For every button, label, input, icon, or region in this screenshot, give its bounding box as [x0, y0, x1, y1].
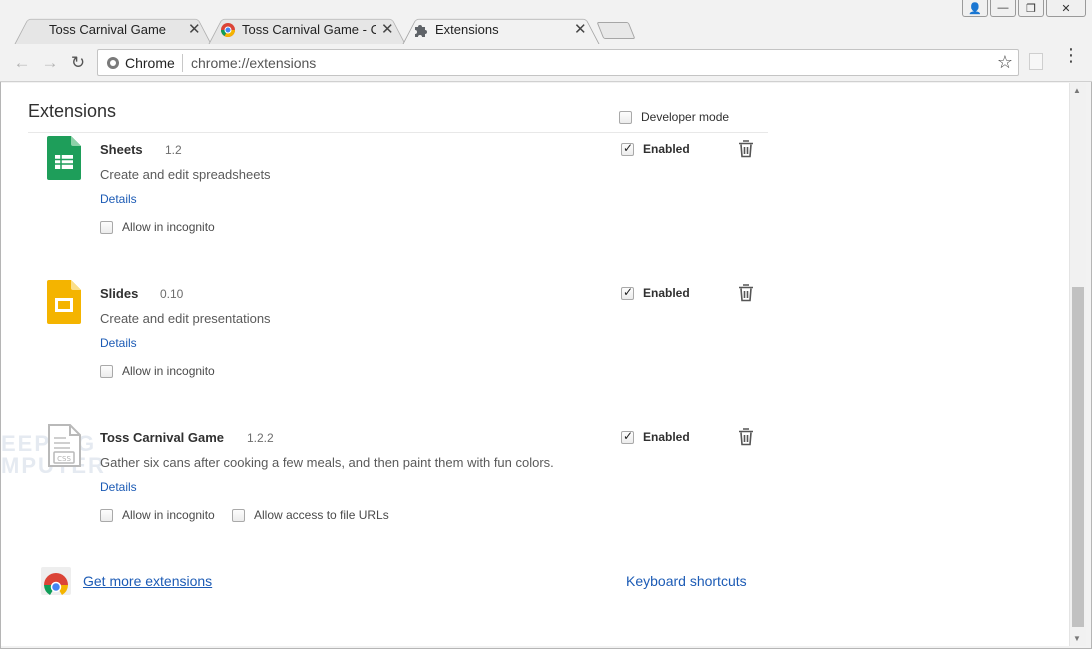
allow-incognito-label: Allow in incognito [122, 220, 215, 234]
tab-toss-carnival-game-2[interactable]: Toss Carnival Game - Chr ✕ [208, 14, 406, 45]
vertical-scrollbar[interactable]: ▲ ▼ [1069, 83, 1086, 646]
chrome-page-icon [107, 57, 119, 69]
web-store-icon [41, 567, 71, 595]
enabled-toggle[interactable]: Enabled [621, 429, 690, 444]
enabled-checkbox[interactable] [621, 141, 634, 156]
allow-file-urls-label: Allow access to file URLs [254, 508, 389, 522]
page-action-icon[interactable] [1029, 53, 1043, 70]
developer-mode-label: Developer mode [641, 110, 730, 124]
extensions-page: Extensions Developer mode EEPING MPUTER … [1, 83, 1069, 646]
page-title: Extensions [28, 101, 117, 121]
allow-file-urls-checkbox[interactable] [232, 508, 245, 522]
back-arrow-icon[interactable]: ← [12, 53, 32, 73]
address-divider [182, 54, 183, 72]
developer-mode-toggle[interactable]: Developer mode [619, 110, 729, 124]
address-origin: Chrome [125, 55, 175, 71]
allow-incognito-option[interactable]: Allow in incognito [100, 364, 215, 378]
get-more-extensions-link[interactable]: Get more extensions [83, 573, 212, 589]
slides-icon [47, 280, 81, 324]
close-window-button[interactable]: ✕ [1046, 0, 1086, 17]
keyboard-shortcuts-link[interactable]: Keyboard shortcuts [626, 573, 747, 589]
allow-incognito-option[interactable]: Allow in incognito [100, 220, 215, 234]
chrome-favicon-icon [221, 23, 235, 37]
svg-text:CSS: CSS [57, 455, 71, 463]
enabled-label: Enabled [643, 430, 690, 444]
extension-version: 0.10 [160, 287, 184, 301]
address-bar[interactable]: Chrome chrome://extensions ☆ [97, 49, 1019, 76]
tab-close-icon[interactable]: ✕ [574, 20, 587, 38]
reload-icon[interactable]: ↻ [68, 53, 88, 73]
sheets-icon [47, 136, 81, 180]
new-tab-button[interactable] [596, 22, 636, 39]
puzzle-piece-icon [415, 25, 427, 37]
minimize-button[interactable]: — [990, 0, 1016, 17]
allow-incognito-option[interactable]: Allow in incognito [100, 508, 215, 522]
enabled-toggle[interactable]: Enabled [621, 285, 690, 300]
tab-close-icon[interactable]: ✕ [188, 20, 201, 38]
details-link[interactable]: Details [100, 336, 137, 350]
allow-incognito-checkbox[interactable] [100, 220, 113, 234]
extension-name: Slides [100, 286, 139, 301]
extension-item-slides: Slides 0.10 Create and edit presentation… [1, 280, 781, 410]
enabled-label: Enabled [643, 286, 690, 300]
trash-icon[interactable] [738, 140, 754, 158]
allow-incognito-label: Allow in incognito [122, 508, 215, 522]
extension-name: Toss Carnival Game [100, 430, 225, 445]
extension-description: Gather six cans after cooking a few meal… [100, 455, 554, 470]
tab-extensions[interactable]: Extensions ✕ [402, 14, 600, 45]
trash-icon[interactable] [738, 284, 754, 302]
extension-description: Create and edit presentations [100, 311, 271, 326]
allow-incognito-checkbox[interactable] [100, 364, 113, 378]
generic-extension-icon: CSS [48, 424, 81, 467]
developer-mode-checkbox[interactable] [619, 110, 632, 124]
tab-title: Extensions [435, 22, 499, 37]
tab-strip: Toss Carnival Game ✕ Toss Carnival Game … [0, 0, 1092, 45]
extension-description: Create and edit spreadsheets [100, 167, 271, 182]
details-link[interactable]: Details [100, 480, 137, 494]
tab-close-icon[interactable]: ✕ [381, 20, 394, 38]
allow-file-urls-option[interactable]: Allow access to file URLs [232, 508, 389, 522]
tab-toss-carnival-game-1[interactable]: Toss Carnival Game ✕ [14, 14, 212, 45]
details-link[interactable]: Details [100, 192, 137, 206]
address-url[interactable]: chrome://extensions [191, 55, 316, 71]
extension-version: 1.2 [165, 143, 182, 157]
extension-item-sheets: Sheets 1.2 Create and edit spreadsheets … [1, 136, 781, 266]
extension-item-toss-carnival-game: CSS Toss Carnival Game 1.2.2 Gather six … [1, 424, 781, 554]
allow-incognito-checkbox[interactable] [100, 508, 113, 522]
enabled-toggle[interactable]: Enabled [621, 141, 690, 156]
scroll-thumb[interactable] [1072, 287, 1084, 627]
tab-title: Toss Carnival Game - Chr [242, 22, 376, 37]
browser-toolbar: ← → ↻ Chrome chrome://extensions ☆ [0, 44, 1092, 82]
enabled-checkbox[interactable] [621, 429, 634, 444]
forward-arrow-icon[interactable]: → [40, 53, 60, 73]
header-divider [28, 132, 768, 133]
allow-incognito-label: Allow in incognito [122, 364, 215, 378]
menu-dots-icon[interactable]: ⋮ [1062, 46, 1080, 64]
get-more-extensions[interactable]: Get more extensions [41, 567, 212, 595]
extension-version: 1.2.2 [247, 431, 274, 445]
tab-title: Toss Carnival Game [49, 22, 167, 37]
trash-icon[interactable] [738, 428, 754, 446]
scroll-down-icon[interactable]: ▼ [1073, 634, 1081, 643]
extension-name: Sheets [100, 142, 143, 157]
user-icon[interactable]: 👤 [962, 0, 988, 17]
maximize-button[interactable]: ❐ [1018, 0, 1044, 17]
bookmark-star-icon[interactable]: ☆ [997, 52, 1013, 73]
scroll-up-icon[interactable]: ▲ [1073, 86, 1081, 95]
window-controls: 👤 — ❐ ✕ [962, 0, 1086, 17]
enabled-label: Enabled [643, 142, 690, 156]
enabled-checkbox[interactable] [621, 285, 634, 300]
